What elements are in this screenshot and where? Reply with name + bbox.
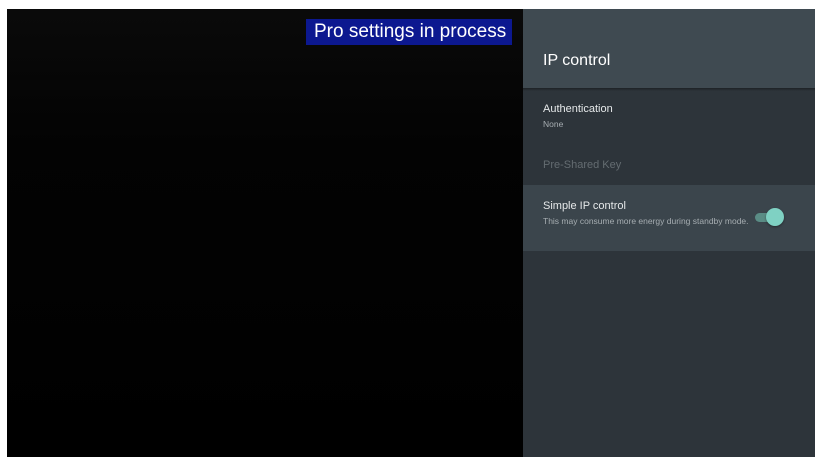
toggle-thumb [766,208,784,226]
status-banner: Pro settings in process [306,19,513,45]
panel-header: IP control [523,9,815,88]
setting-authentication-value: None [543,119,564,129]
panel-title: IP control [543,52,611,69]
tv-screen: Pro settings in process IP control Authe… [7,9,815,457]
toggle-switch-on-icon[interactable] [753,208,784,226]
setting-simple-ip-control-description: This may consume more energy during stan… [543,216,749,226]
video-background [7,9,523,457]
settings-panel: IP control Authentication None Pre-Share… [523,9,815,457]
setting-pre-shared-key-label: Pre-Shared Key [543,159,622,171]
header-divider [523,88,815,91]
setting-simple-ip-control[interactable]: Simple IP control This may consume more … [523,185,815,251]
setting-simple-ip-control-label: Simple IP control [543,200,626,212]
setting-pre-shared-key[interactable]: Pre-Shared Key [523,149,815,181]
setting-authentication-label: Authentication [543,103,613,115]
setting-authentication[interactable]: Authentication None [523,95,815,141]
